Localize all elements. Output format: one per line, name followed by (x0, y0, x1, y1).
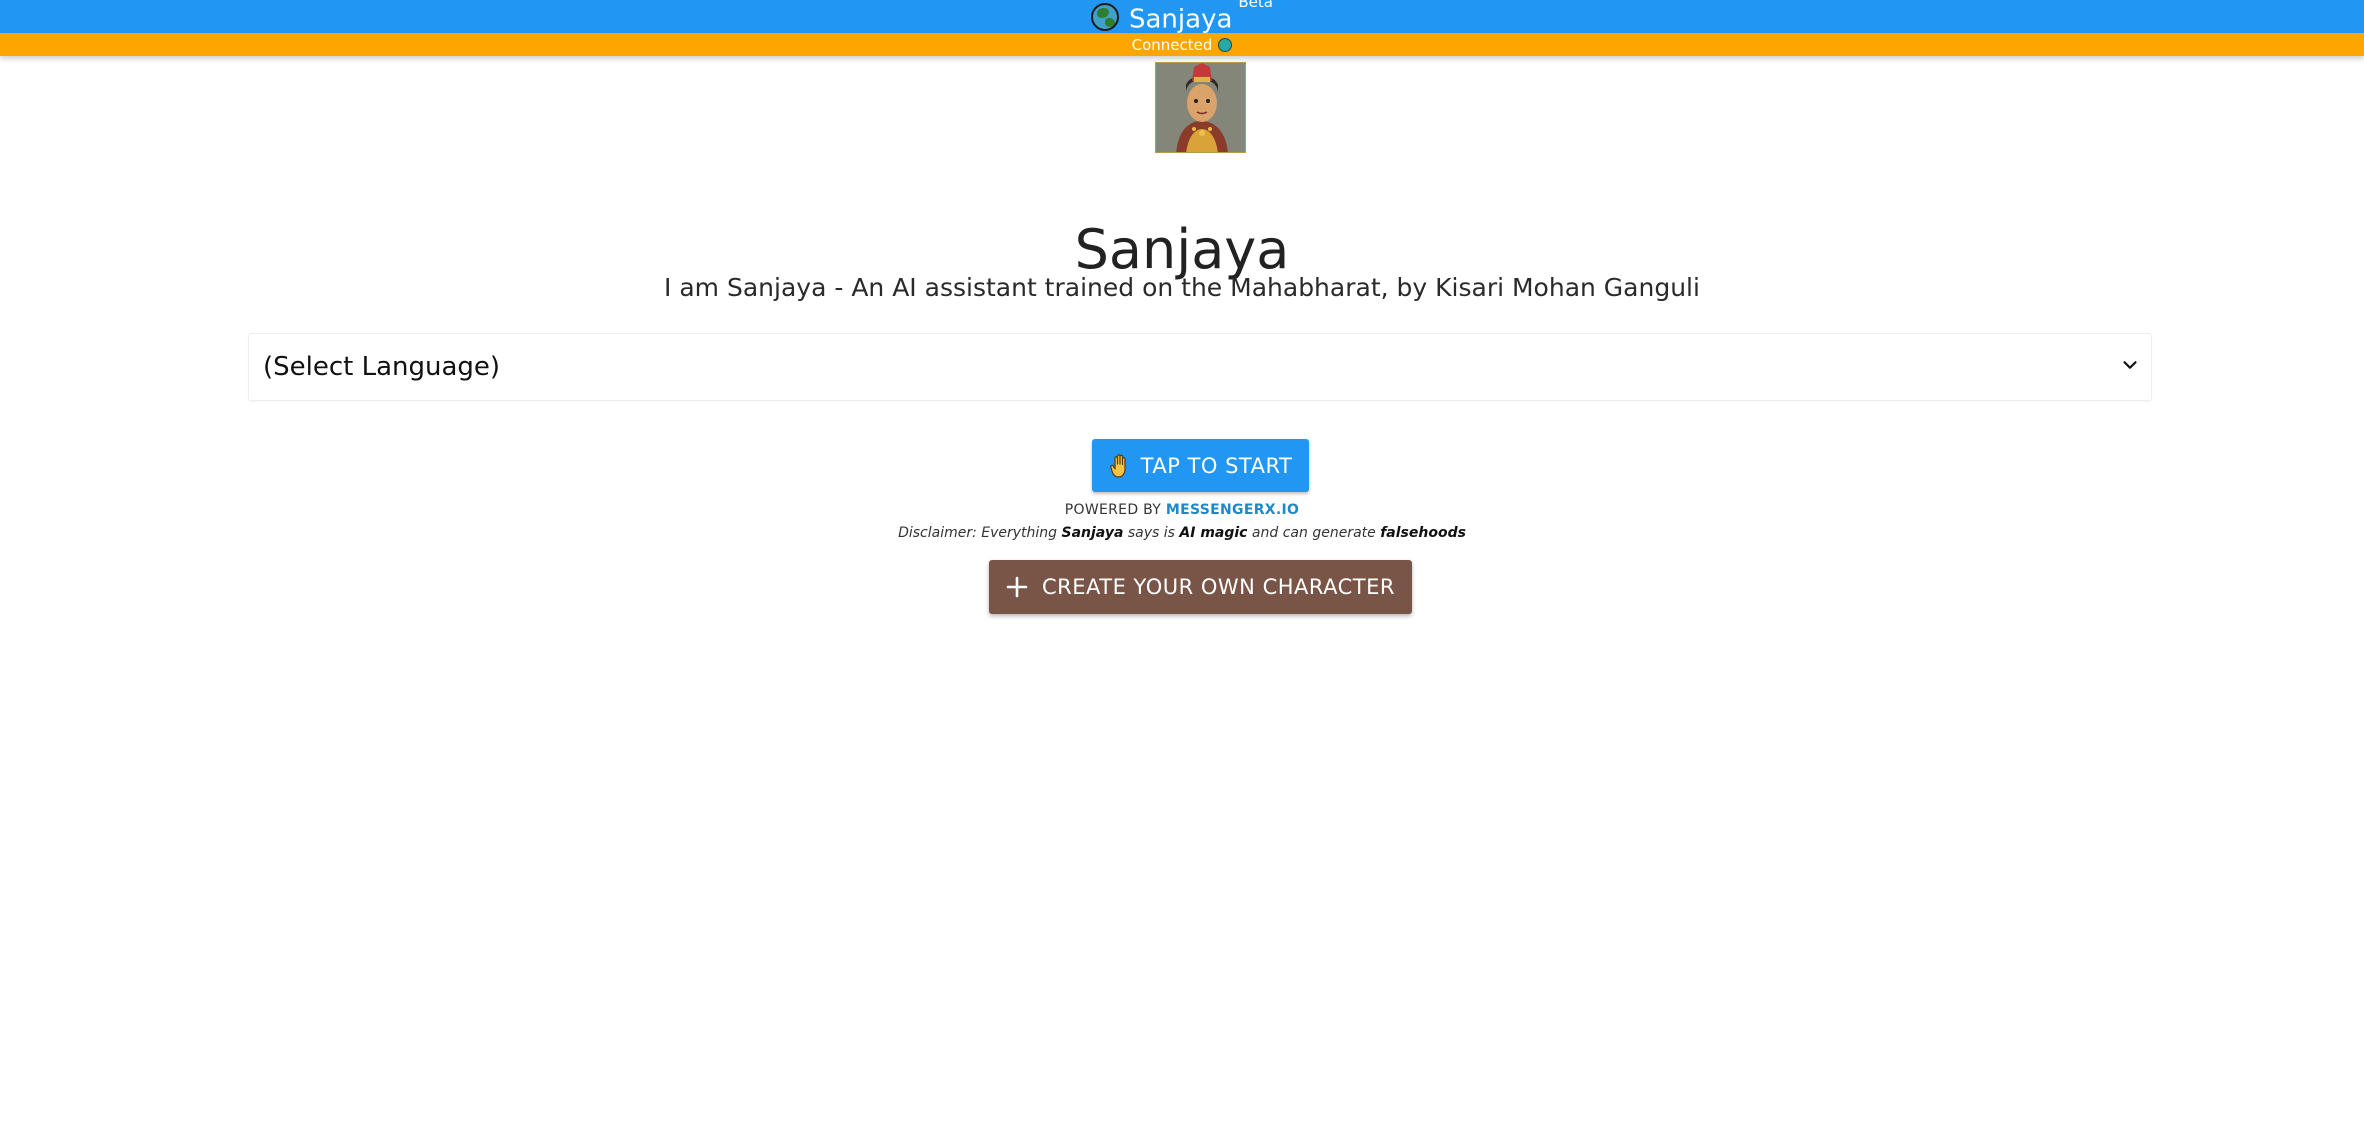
disclaimer-falsehoods: falsehoods (1380, 525, 1466, 541)
create-character-label: CREATE YOUR OWN CHARACTER (1042, 575, 1395, 599)
disclaimer-text-3: and can generate (1247, 525, 1381, 541)
avatar-portrait (1156, 63, 1245, 152)
language-select-value: (Select Language) (263, 352, 501, 382)
avatar (1155, 62, 1246, 153)
app-bar-brand[interactable]: Sanjaya Beta (1091, 0, 1273, 36)
messengerx-link[interactable]: MESSENGERX.IO (1166, 502, 1299, 518)
globe-land (1097, 7, 1109, 18)
status-dot-icon (1218, 37, 1233, 52)
globe-icon (1091, 2, 1119, 31)
tap-to-start-button[interactable]: TAP TO START (1092, 439, 1309, 492)
disclaimer-text-2: says is (1123, 525, 1180, 541)
powered-by-prefix: POWERED BY (1064, 502, 1162, 518)
tap-to-start-label: TAP TO START (1140, 453, 1293, 478)
app-name: Sanjaya (1129, 4, 1233, 35)
connection-status-bar: Connected (0, 33, 2364, 56)
plus-icon (1006, 576, 1028, 598)
hand-icon (1109, 453, 1126, 478)
globe-land (1105, 17, 1115, 27)
page-subtitle: I am Sanjaya - An AI assistant trained o… (664, 273, 1700, 302)
page-title: Sanjaya (1074, 218, 1290, 282)
chevron-down-icon (2123, 361, 2137, 369)
disclaimer-name: Sanjaya (1061, 525, 1124, 541)
language-select[interactable]: (Select Language) (248, 333, 2152, 401)
disclaimer: Disclaimer: Everything Sanjaya says is A… (0, 525, 2364, 541)
app-bar: Sanjaya Beta (0, 0, 2364, 36)
disclaimer-ai-magic: AI magic (1179, 525, 1248, 541)
beta-badge: Beta (1238, 0, 1273, 11)
powered-by: POWERED BY MESSENGERX.IO (0, 502, 2364, 518)
app-title: Sanjaya Beta (1129, 0, 1273, 36)
create-character-button[interactable]: CREATE YOUR OWN CHARACTER (989, 560, 1412, 614)
disclaimer-text-1: Disclaimer: Everything (898, 525, 1062, 541)
connection-status-text: Connected (1131, 35, 1213, 54)
